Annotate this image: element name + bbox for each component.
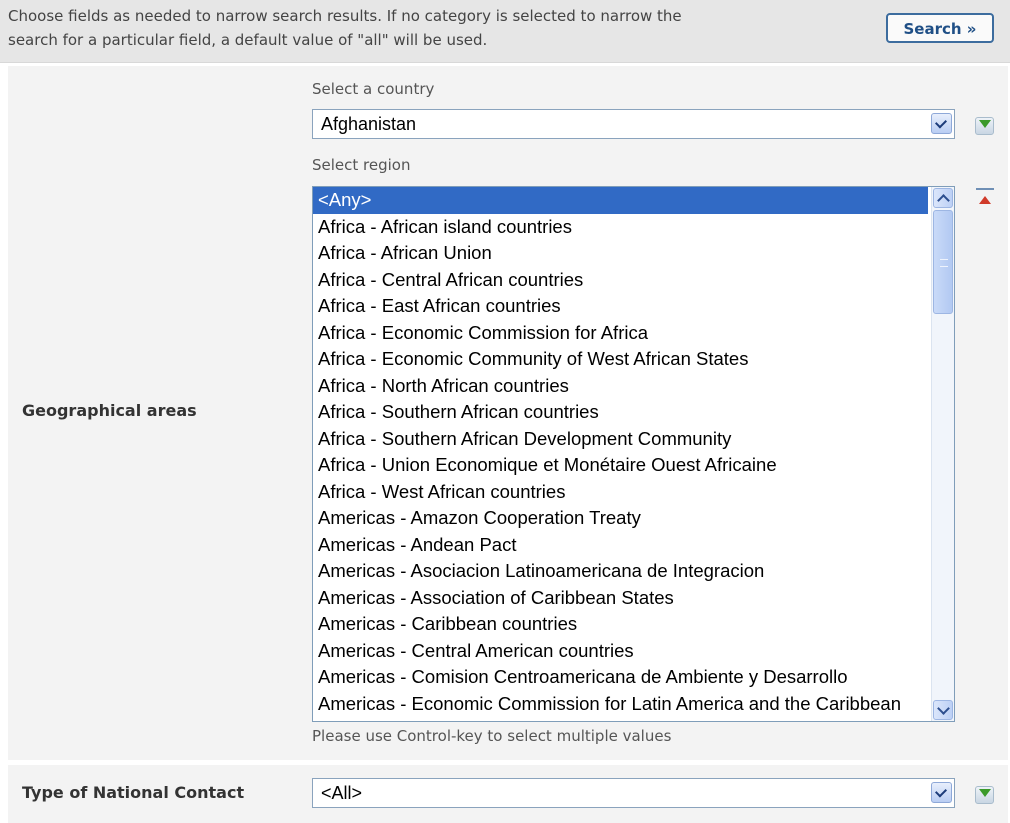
add-country-button[interactable] xyxy=(974,114,996,136)
instructions-text: Choose fields as needed to narrow search… xyxy=(8,4,868,52)
scrollbar-thumb[interactable] xyxy=(933,210,953,314)
chevron-down-icon[interactable] xyxy=(931,113,952,134)
region-option[interactable]: Africa - West African countries xyxy=(313,479,928,506)
region-option[interactable]: Americas - Central American countries xyxy=(313,638,928,665)
instructions-bar: Choose fields as needed to narrow search… xyxy=(0,0,1010,63)
national-contact-select[interactable]: <All> xyxy=(312,778,955,808)
national-contact-label: Type of National Contact xyxy=(22,783,245,802)
search-button[interactable]: Search » xyxy=(886,13,994,43)
green-down-arrow-icon xyxy=(979,789,991,797)
scroll-down-icon[interactable] xyxy=(933,700,953,720)
region-option[interactable]: Africa - Union Economique et Monétaire O… xyxy=(313,452,928,479)
region-scrollbar[interactable] xyxy=(931,187,954,721)
select-country-label: Select a country xyxy=(312,80,435,98)
geographical-areas-row: Geographical areas Select a country Afgh… xyxy=(8,66,1008,760)
region-option[interactable]: Africa - Southern African Development Co… xyxy=(313,426,928,453)
region-option[interactable]: Americas - Association of Caribbean Stat… xyxy=(313,585,928,612)
region-option[interactable]: Americas - Amazon Cooperation Treaty xyxy=(313,505,928,532)
region-option[interactable]: <Any> xyxy=(313,187,928,214)
country-select[interactable]: Afghanistan xyxy=(312,109,955,139)
region-option[interactable]: Africa - African island countries xyxy=(313,214,928,241)
green-down-arrow-icon xyxy=(979,120,991,128)
region-option[interactable]: Africa - East African countries xyxy=(313,293,928,320)
national-contact-row: Type of National Contact <All> xyxy=(8,765,1008,823)
instructions-line-2: search for a particular field, a default… xyxy=(8,31,488,49)
region-option[interactable]: Africa - Economic Commission for Africa xyxy=(313,320,928,347)
region-listbox[interactable]: <Any> Africa - African island countries Af… xyxy=(312,186,955,722)
select-region-label: Select region xyxy=(312,156,411,174)
region-option[interactable]: Americas - Asociacion Latinoamericana de… xyxy=(313,558,928,585)
region-options: <Any> Africa - African island countries Af… xyxy=(313,187,954,717)
region-option[interactable]: Americas - Caribbean countries xyxy=(313,611,928,638)
region-option[interactable]: Americas - Economic Commission for Latin… xyxy=(313,691,928,718)
instructions-line-1: Choose fields as needed to narrow search… xyxy=(8,7,682,25)
region-option[interactable]: Africa - Economic Community of West Afri… xyxy=(313,346,928,373)
scroll-up-icon[interactable] xyxy=(933,188,953,208)
country-select-value: Afghanistan xyxy=(321,114,417,134)
geographical-areas-label: Geographical areas xyxy=(22,401,197,420)
add-contact-type-button[interactable] xyxy=(974,783,996,805)
national-contact-select-value: <All> xyxy=(321,783,363,803)
red-up-arrow-icon xyxy=(979,196,991,204)
multi-select-hint: Please use Control-key to select multipl… xyxy=(312,727,672,745)
remove-region-button[interactable] xyxy=(974,188,996,210)
region-option[interactable]: Americas - Comision Centroamericana de A… xyxy=(313,664,928,691)
region-option[interactable]: Africa - Southern African countries xyxy=(313,399,928,426)
region-option[interactable]: Americas - Andean Pact xyxy=(313,532,928,559)
region-option[interactable]: Africa - African Union xyxy=(313,240,928,267)
region-option[interactable]: Africa - Central African countries xyxy=(313,267,928,294)
region-option[interactable]: Africa - North African countries xyxy=(313,373,928,400)
chevron-down-icon[interactable] xyxy=(931,782,952,803)
